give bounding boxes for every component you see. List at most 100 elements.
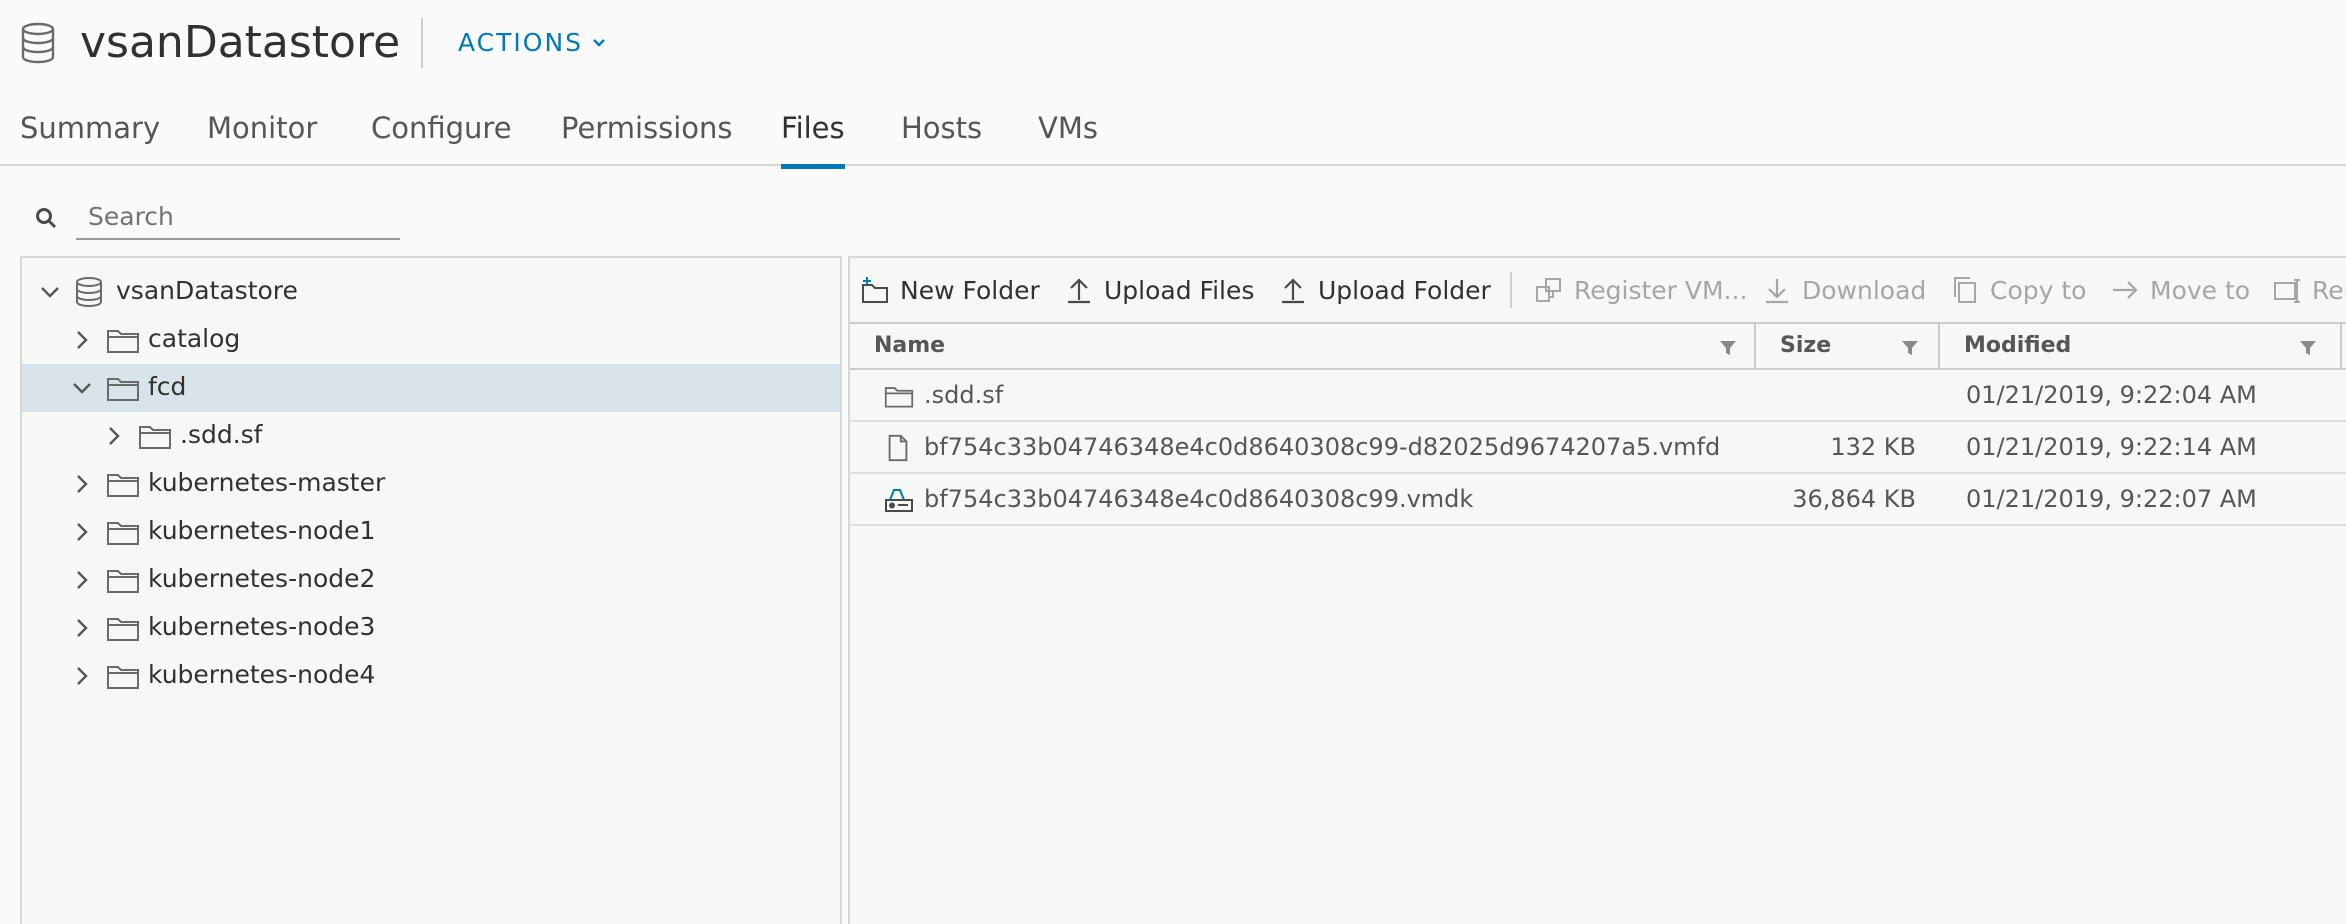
tab-summary[interactable]: Summary [20,108,160,148]
download-icon [1762,275,1792,305]
search-icon [34,206,58,230]
tree-item-label: kubernetes-master [148,468,386,497]
column-header-label: Name [874,333,946,358]
file-name: bf754c33b04746348e4c0d8640308c99.vmdk [924,485,1474,513]
chevron-down-icon[interactable] [38,280,62,304]
tree-item-sdd-sf[interactable]: .sdd.sf [22,412,840,460]
upload-folder-button[interactable]: Upload Folder [1278,270,1491,310]
file-browser: New Folder Upload Files Upload Folder Re… [848,256,2346,924]
file-icon [886,434,916,462]
tree-item-kubernetes-node3[interactable]: kubernetes-node3 [22,604,840,652]
file-size: 132 KB [1830,433,1916,461]
search-input[interactable] [76,194,400,240]
tree-item-kubernetes-node1[interactable]: kubernetes-node1 [22,508,840,556]
tab-configure[interactable]: Configure [371,108,512,148]
tree-item-label: kubernetes-node2 [148,564,376,593]
toolbar-divider [1510,272,1512,308]
chevron-down-icon [591,35,607,51]
tree-item-label: kubernetes-node3 [148,612,376,641]
folder-tree: vsanDatastore catalog fcd .sdd.sf kubern… [20,256,842,924]
rename-icon [2272,275,2302,305]
filter-icon[interactable] [1900,338,1920,358]
column-header-name[interactable]: Name [850,324,1754,368]
rename-button[interactable]: Ren [2272,270,2346,310]
file-modified: 01/21/2019, 9:22:04 AM [1966,381,2257,409]
tree-item-catalog[interactable]: catalog [22,316,840,364]
chevron-right-icon[interactable] [70,664,94,688]
file-modified: 01/21/2019, 9:22:14 AM [1966,433,2257,461]
arrow-right-icon [2110,275,2140,305]
chevron-right-icon[interactable] [70,472,94,496]
chevron-right-icon[interactable] [70,568,94,592]
page-title: vsanDatastore [80,17,401,68]
upload-icon [1064,275,1094,305]
chevron-right-icon[interactable] [70,616,94,640]
filter-icon[interactable] [2298,338,2318,358]
folder-icon [106,326,140,354]
upload-folder-label: Upload Folder [1318,275,1491,305]
tree-item-label: fcd [148,372,187,401]
file-size [1756,370,1916,420]
new-folder-label: New Folder [900,275,1040,305]
tree-item-kubernetes-node4[interactable]: kubernetes-node4 [22,652,840,700]
tab-bar: Summary Monitor Configure Permissions Fi… [0,96,2346,169]
virtual-disk-icon [884,486,914,514]
object-header: vsanDatastore ACTIONS [0,0,2346,86]
upload-files-label: Upload Files [1104,275,1255,305]
file-modified: 01/21/2019, 9:22:07 AM [1966,485,2257,513]
chevron-down-icon[interactable] [70,376,94,400]
table-row[interactable]: bf754c33b04746348e4c0d8640308c99.vmdk 36… [850,474,2346,526]
header-divider [421,18,423,68]
upload-files-button[interactable]: Upload Files [1064,270,1254,310]
rename-label: Ren [2312,275,2346,305]
copy-to-label: Copy to [1990,275,2087,305]
chevron-right-icon[interactable] [70,520,94,544]
tab-vms[interactable]: VMs [1038,108,1098,148]
tree-item-label: .sdd.sf [180,420,263,449]
copy-to-button[interactable]: Copy to [1950,270,2086,310]
folder-icon [106,470,140,498]
actions-label: ACTIONS [458,28,584,57]
copy-icon [1950,275,1980,305]
folder-icon [138,422,172,450]
column-header-label: Modified [1964,333,2072,358]
tab-permissions[interactable]: Permissions [561,108,733,148]
folder-icon [106,374,140,402]
download-button[interactable]: Download [1762,270,1926,310]
file-name: .sdd.sf [924,381,1004,409]
new-folder-button[interactable]: New Folder [860,270,1040,310]
tree-item-fcd[interactable]: fcd [22,364,840,412]
column-divider[interactable] [2340,324,2342,368]
chevron-right-icon[interactable] [102,424,126,448]
table-row[interactable]: .sdd.sf 01/21/2019, 9:22:04 AM [850,370,2346,422]
column-header-modified[interactable]: Modified [1940,324,2312,368]
chevron-right-icon[interactable] [70,328,94,352]
upload-icon [1278,275,1308,305]
tree-root-vsandatastore[interactable]: vsanDatastore [22,268,840,316]
filter-icon[interactable] [1718,338,1738,358]
file-size: 36,864 KB [1792,485,1916,513]
tree-item-kubernetes-master[interactable]: kubernetes-master [22,460,840,508]
actions-menu-button[interactable]: ACTIONS [458,26,607,60]
tree-item-label: vsanDatastore [116,276,298,305]
download-label: Download [1802,275,1927,305]
folder-icon [106,662,140,690]
move-to-button[interactable]: Move to [2110,270,2250,310]
folder-icon [106,566,140,594]
move-to-label: Move to [2150,275,2251,305]
register-vm-button[interactable]: Register VM... [1534,270,1747,310]
folder-icon [106,614,140,642]
tab-monitor[interactable]: Monitor [207,108,317,148]
folder-icon [106,518,140,546]
tree-item-kubernetes-node2[interactable]: kubernetes-node2 [22,556,840,604]
register-vm-icon [1534,275,1564,305]
tree-item-label: catalog [148,324,241,353]
table-row[interactable]: bf754c33b04746348e4c0d8640308c99-d82025d… [850,422,2346,474]
datastore-icon [74,276,104,308]
tab-hosts[interactable]: Hosts [901,108,982,148]
tree-item-label: kubernetes-node4 [148,660,376,689]
tab-files[interactable]: Files [781,108,845,169]
register-vm-label: Register VM... [1574,275,1748,305]
folder-icon [884,382,914,410]
file-name: bf754c33b04746348e4c0d8640308c99-d82025d… [924,433,1721,461]
